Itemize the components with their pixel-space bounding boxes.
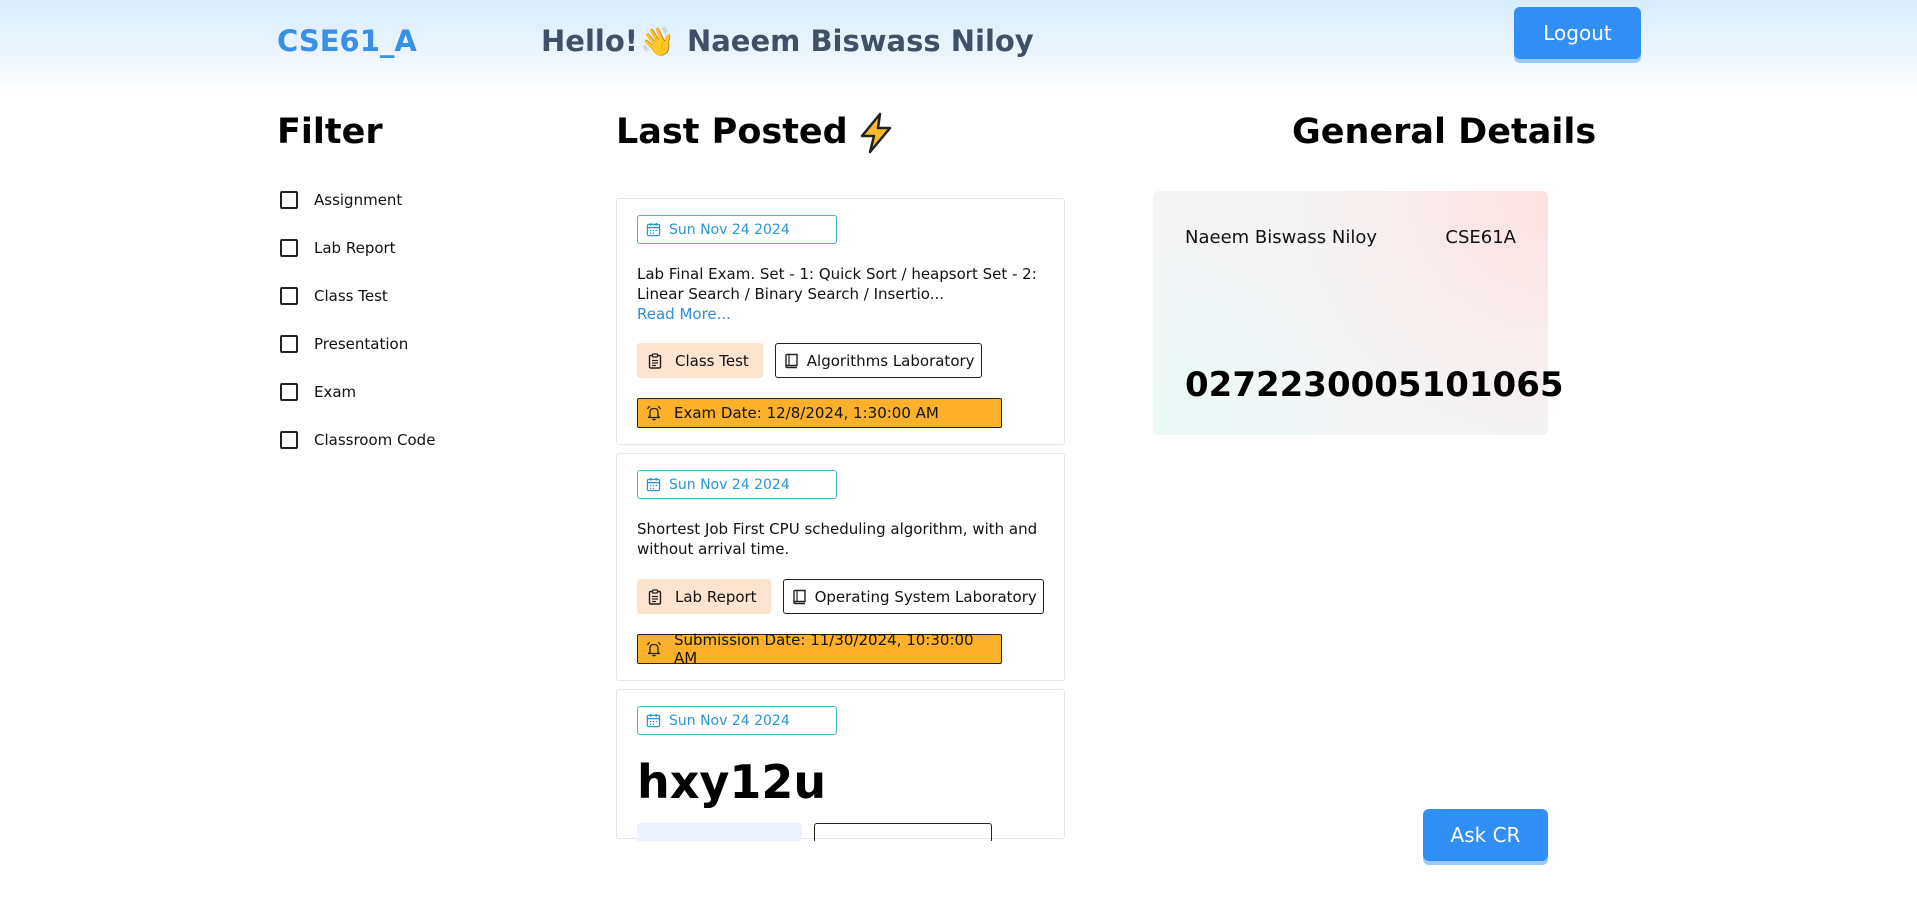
deadline-bar: Exam Date: 12/8/2024, 1:30:00 AM [637, 398, 1002, 428]
deadline-text: Submission Date: 11/30/2024, 10:30:00 AM [673, 631, 974, 667]
filter-list: Assignment Lab Report Class Test Present… [280, 176, 435, 464]
checkbox[interactable] [280, 239, 298, 257]
filter-label: Presentation [314, 335, 409, 353]
filter-lab-report[interactable]: Lab Report [280, 224, 435, 272]
post-date-chip: Sun Nov 24 2024 [637, 706, 837, 735]
post-date: Sun Nov 24 2024 [669, 712, 790, 729]
filter-title: Filter [277, 112, 383, 152]
filter-label: Assignment [314, 191, 403, 209]
post-description: Lab Final Exam. Set - 1: Quick Sort / he… [637, 265, 1037, 303]
filter-exam[interactable]: Exam [280, 368, 435, 416]
filter-assignment[interactable]: Assignment [280, 176, 435, 224]
calendar-icon [646, 713, 661, 728]
filter-label: Lab Report [314, 239, 396, 257]
student-section: CSE61A [1445, 227, 1516, 248]
brand-logo[interactable]: CSE61_A [277, 24, 417, 58]
post-date: Sun Nov 24 2024 [669, 476, 790, 493]
deadline-text: Exam Date: 12/8/2024, 1:30:00 AM [674, 404, 939, 422]
student-name: Naeem Biswass Niloy [1185, 227, 1377, 248]
checkbox[interactable] [280, 191, 298, 209]
calendar-icon [646, 477, 661, 492]
classroom-code: hxy12u [637, 755, 827, 809]
post-feed[interactable]: Sun Nov 24 2024 Lab Final Exam. Set - 1:… [616, 198, 1065, 841]
post-type-tag[interactable] [637, 823, 802, 841]
checkbox[interactable] [280, 383, 298, 401]
student-id-number: 0272230005101065 [1185, 365, 1564, 405]
last-posted-title: Last Posted [616, 112, 896, 154]
post-course-tag[interactable] [814, 823, 992, 841]
checkbox[interactable] [280, 335, 298, 353]
filter-label: Class Test [314, 287, 388, 305]
wave-icon: 👋 [639, 25, 675, 58]
checkbox[interactable] [280, 431, 298, 449]
post-card: Sun Nov 24 2024 Shortest Job First CPU s… [616, 453, 1065, 681]
logout-button[interactable]: Logout [1514, 7, 1641, 59]
student-id-card: Naeem Biswass Niloy CSE61A 0272230005101… [1153, 191, 1564, 435]
post-type-tag[interactable]: Class Test [637, 343, 763, 378]
post-course-tag[interactable]: Operating System Laboratory [782, 579, 1044, 614]
post-tags: Lab Report Operating System Laboratory [637, 579, 1044, 614]
post-type-label: Class Test [675, 351, 749, 370]
filter-presentation[interactable]: Presentation [280, 320, 435, 368]
filter-class-test[interactable]: Class Test [280, 272, 435, 320]
post-type-tag[interactable]: Lab Report [637, 579, 771, 614]
greeting: Hello!👋 Naeem Biswass Niloy [541, 24, 1034, 58]
post-course-tag[interactable]: Algorithms Laboratory [774, 343, 982, 378]
post-description: Shortest Job First CPU scheduling algori… [637, 520, 1038, 558]
checkbox[interactable] [280, 287, 298, 305]
post-course-label: Algorithms Laboratory [806, 351, 975, 370]
deadline-bar: Submission Date: 11/30/2024, 10:30:00 AM [637, 631, 1002, 667]
post-date: Sun Nov 24 2024 [669, 221, 790, 238]
post-tags: Class Test Algorithms Laboratory [637, 343, 1044, 378]
ask-cr-button[interactable]: Ask CR [1423, 809, 1548, 861]
last-posted-title-text: Last Posted [616, 112, 848, 152]
greeting-user-name: Naeem Biswass Niloy [686, 24, 1034, 58]
filter-classroom-code[interactable]: Classroom Code [280, 416, 435, 464]
filter-label: Exam [314, 383, 357, 401]
filter-label: Classroom Code [314, 431, 436, 449]
book-icon [785, 353, 798, 368]
post-date-chip: Sun Nov 24 2024 [637, 215, 837, 244]
post-tags [637, 823, 1044, 841]
calendar-icon [646, 222, 661, 237]
read-more-link[interactable]: Read More... [637, 305, 731, 323]
general-details-title: General Details [1292, 112, 1597, 152]
alarm-bell-icon [646, 405, 662, 421]
lightning-icon [860, 112, 891, 154]
post-card: Sun Nov 24 2024 hxy12u [616, 689, 1065, 841]
alarm-bell-icon [646, 641, 662, 657]
post-type-label: Lab Report [675, 587, 757, 606]
clipboard-icon [648, 588, 662, 605]
greeting-text: Hello! [541, 24, 638, 58]
post-card: Sun Nov 24 2024 Lab Final Exam. Set - 1:… [616, 198, 1065, 445]
book-icon [792, 589, 806, 604]
clipboard-icon [648, 352, 662, 369]
post-date-chip: Sun Nov 24 2024 [637, 470, 837, 499]
post-course-label: Operating System Laboratory [814, 587, 1037, 606]
